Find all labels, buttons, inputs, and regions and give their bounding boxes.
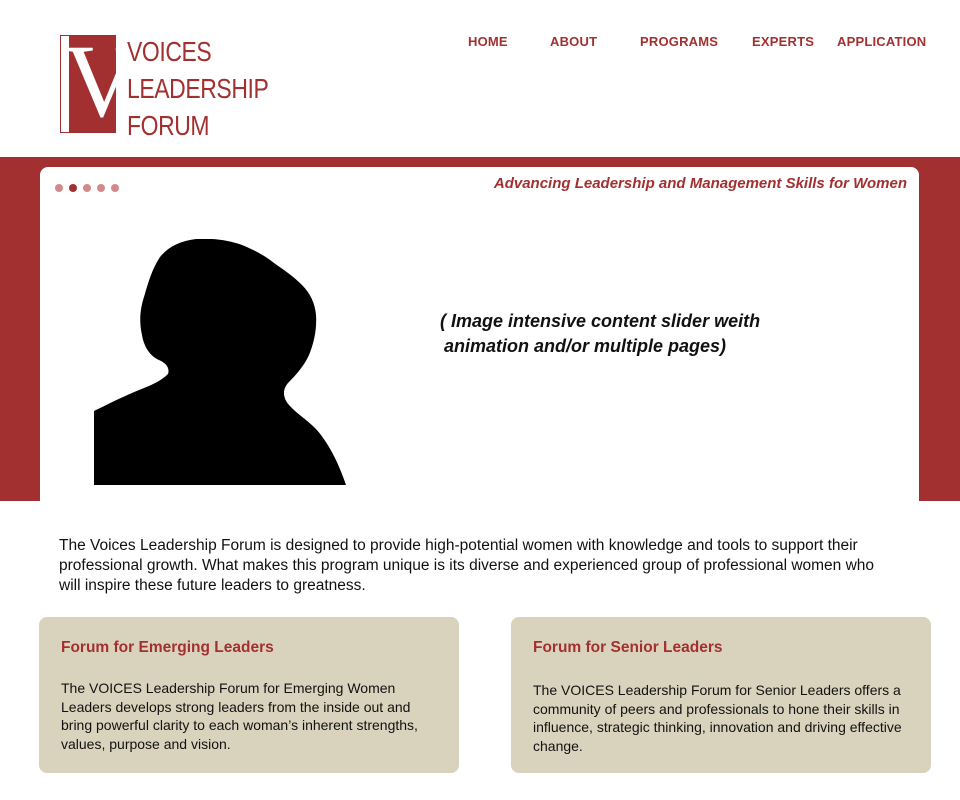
main-nav: HOME ABOUT PROGRAMS EXPERTS APPLICATION [0, 34, 960, 50]
placeholder-line-1: ( Image intensive content slider weith [440, 311, 761, 331]
site-logo[interactable]: V VOICES LEADERSHIP FORUM [60, 30, 269, 141]
card-description: The VOICES Leadership Forum for Senior L… [533, 682, 902, 754]
card-title[interactable]: Forum for Emerging Leaders [61, 639, 274, 657]
slider-dot-5[interactable] [111, 184, 119, 192]
slider-dot-1[interactable] [55, 184, 63, 192]
slider-dot-4[interactable] [97, 184, 105, 192]
nav-programs[interactable]: PROGRAMS [640, 34, 718, 49]
logo-line-3: FORUM [127, 110, 210, 141]
nav-experts[interactable]: EXPERTS [752, 34, 814, 49]
senior-leaders-card[interactable]: Forum for Senior Leaders The VOICES Lead… [511, 617, 931, 773]
intro-paragraph: The Voices Leadership Forum is designed … [59, 537, 875, 594]
slider-dot-2[interactable] [69, 184, 77, 192]
emerging-leaders-card[interactable]: Forum for Emerging Leaders The VOICES Le… [39, 617, 459, 773]
placeholder-line-2: animation and/or multiple pages) [444, 336, 727, 356]
slider-placeholder-text: ( Image intensive content slider weith a… [440, 309, 840, 359]
logo-line-2: LEADERSHIP [127, 73, 269, 104]
nav-home[interactable]: HOME [468, 34, 508, 49]
nav-about[interactable]: ABOUT [550, 34, 597, 49]
hero-tagline: Advancing Leadership and Management Skil… [493, 175, 907, 192]
card-title[interactable]: Forum for Senior Leaders [533, 639, 722, 657]
slider-dot-3[interactable] [83, 184, 91, 192]
card-description: The VOICES Leadership Forum for Emerging… [61, 680, 418, 752]
silhouette-image [94, 239, 346, 485]
nav-application[interactable]: APPLICATION [837, 34, 926, 49]
content-slider[interactable]: Advancing Leadership and Management Skil… [40, 167, 919, 501]
